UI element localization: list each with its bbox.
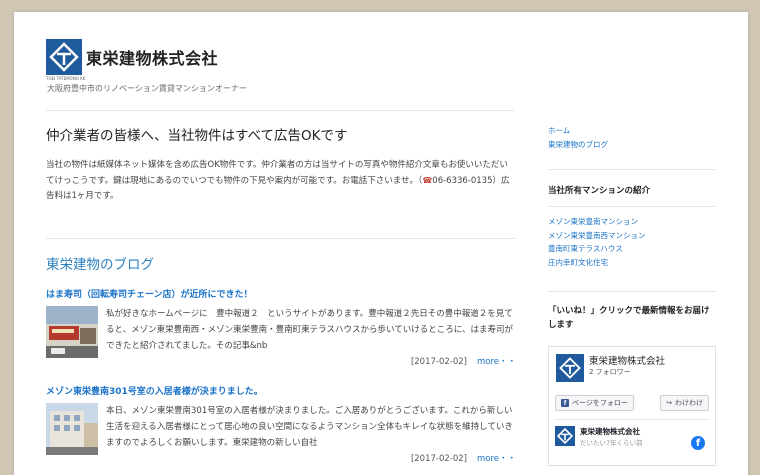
page-container: TOEI TATEMONO KK 東栄建物株式会社 大阪府豊中市のリノベーション… (14, 12, 748, 475)
fb-follow-button[interactable]: f ページをフォロー (555, 395, 634, 411)
nav-blog-link[interactable]: 東栄建物のブログ (548, 138, 716, 152)
mansion-heading: 当社所有マンションの紹介 (548, 186, 651, 196)
sidebar-divider (548, 169, 716, 170)
blog-heading: 東栄建物のブログ (46, 257, 154, 273)
fb-share-button[interactable]: ↪ わけわけ (660, 395, 709, 411)
post-date: [2017-02-02] (410, 357, 467, 367)
mansion-list: メゾン東栄豊南マンション メゾン東栄豊南西マンション 豊南町東テラスハウス 庄内… (548, 215, 716, 269)
company-name: 東栄建物株式会社 (86, 49, 219, 68)
mansion-link[interactable]: 庄内幸町文化住宅 (548, 256, 716, 270)
fb-page-info: 東栄建物株式会社 2 フォロワー (585, 353, 665, 383)
header-divider (46, 110, 514, 111)
facebook-icon: f (561, 399, 569, 407)
post-excerpt-block: 私が好きなホームページに 豊中報道２ というサイトがあります。豊中報道２先日その… (106, 306, 516, 370)
mansion-link[interactable]: 豊南町東テラスハウス (548, 242, 716, 256)
sidebar-nav: ホーム 東栄建物のブログ (548, 124, 716, 151)
fb-follow-label: ページをフォロー (572, 399, 628, 407)
more-link[interactable]: more・・ (477, 354, 516, 370)
main-content: 仲介業者の皆様へ、当社物件はすべて広告OKです 当社の物件は紙媒体ネット媒体を含… (46, 124, 516, 467)
sidebar-divider (548, 206, 716, 207)
fb-page-name[interactable]: 東栄建物株式会社 (589, 353, 665, 367)
sidebar-divider (548, 291, 716, 292)
fb-post-info: 東栄建物株式会社 だいたい7年くらい前 (575, 426, 643, 447)
post-excerpt: 本日、メゾン東栄豊南301号室の入居者様が決まりました。ご入居ありがとうございま… (106, 406, 513, 448)
sidebar: ホーム 東栄建物のブログ 当社所有マンションの紹介 メゾン東栄豊南マンション メ… (548, 124, 716, 466)
post-excerpt-block: 本日、メゾン東栄豊南301号室の入居者様が決まりました。ご入居ありがとうございま… (106, 403, 516, 467)
post-body: 本日、メゾン東栄豊南301号室の入居者様が決まりました。ご入居ありがとうございま… (46, 403, 516, 467)
facebook-logo-icon: f (691, 436, 705, 450)
post-title-link[interactable]: はま寿司（回転寿司チェーン店）が近所にできた！ (46, 287, 516, 300)
fb-post-author[interactable]: 東栄建物株式会社 (580, 426, 643, 437)
fb-post-time: だいたい7年くらい前 (580, 439, 643, 447)
intro-text: 当社の物件は紙媒体ネット媒体を含め広告OK物件です。仲介業者の方は当サイトの写真… (46, 158, 516, 204)
post-date: [2017-02-02] (410, 454, 467, 464)
mansion-link[interactable]: メゾン東栄豊南マンション (548, 215, 716, 229)
facebook-page-widget[interactable]: 東栄建物株式会社 2 フォロワー f ページをフォロー ↪ わけわけ 東栄建物株… (548, 346, 716, 466)
fb-page-logo-icon[interactable] (555, 353, 585, 383)
fb-buttons: f ページをフォロー ↪ わけわけ (549, 395, 715, 411)
nav-home-link[interactable]: ホーム (548, 124, 716, 138)
share-icon: ↪ (666, 399, 672, 407)
like-heading: 「いいね！」クリックで最新情報をお届けします (548, 306, 710, 330)
page-heading: 仲介業者の皆様へ、当社物件はすべて広告OKです (46, 128, 348, 144)
blog-post: はま寿司（回転寿司チェーン店）が近所にできた！ 私が好きなホームページに 豊中報… (46, 287, 516, 370)
phone-icon: ☎ (422, 176, 433, 185)
more-link[interactable]: more・・ (477, 451, 516, 467)
site-logo[interactable]: TOEI TATEMONO KK 東栄建物株式会社 (46, 39, 219, 81)
logo-mark-icon: TOEI TATEMONO KK (46, 39, 85, 81)
post-meta: [2017-02-02] more・・ (106, 354, 516, 370)
post-excerpt: 私が好きなホームページに 豊中報道２ というサイトがあります。豊中報道２先日その… (106, 309, 513, 351)
blog-post: メゾン東栄豊南301号室の入居者様が決まりました。 本日、メゾン東栄豊南301号… (46, 384, 516, 467)
site-tagline: 大阪府豊中市のリノベーション賃貸マンションオーナー (47, 84, 247, 93)
fb-header: 東栄建物株式会社 2 フォロワー (549, 347, 715, 389)
mansion-link[interactable]: メゾン東栄豊南西マンション (548, 229, 716, 243)
fb-post-avatar-icon[interactable] (555, 426, 575, 446)
fb-post: 東栄建物株式会社 だいたい7年くらい前 (555, 419, 709, 447)
post-thumbnail[interactable] (46, 306, 98, 358)
logo-small-text: TOEI TATEMONO KK (46, 76, 86, 81)
fb-follower-count: 2 フォロワー (589, 368, 631, 376)
post-thumbnail[interactable] (46, 403, 98, 455)
post-title-link[interactable]: メゾン東栄豊南301号室の入居者様が決まりました。 (46, 384, 516, 397)
fb-share-label: わけわけ (675, 399, 703, 407)
section-divider (46, 238, 516, 239)
post-body: 私が好きなホームページに 豊中報道２ というサイトがあります。豊中報道２先日その… (46, 306, 516, 370)
post-meta: [2017-02-02] more・・ (106, 451, 516, 467)
